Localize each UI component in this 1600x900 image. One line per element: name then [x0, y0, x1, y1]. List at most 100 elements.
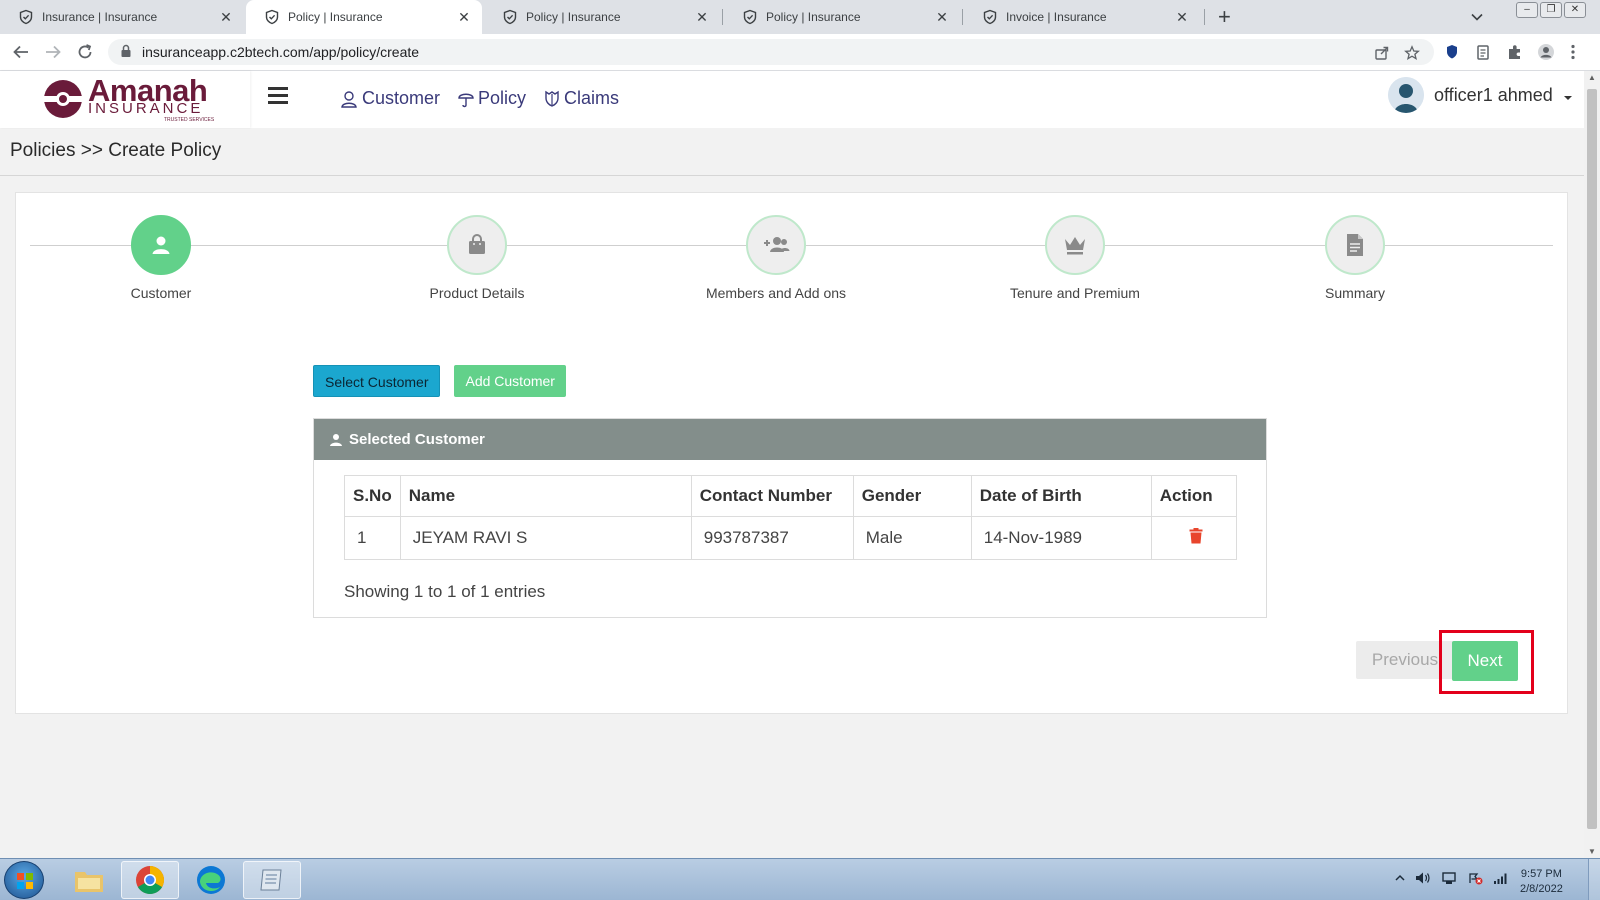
user-menu[interactable]: officer1 ahmed: [1388, 77, 1573, 113]
scroll-up-icon[interactable]: ▲: [1588, 73, 1596, 82]
step-label: Product Details: [429, 285, 525, 301]
step-members-add-ons[interactable]: Members and Add ons: [676, 215, 876, 301]
windows-logo-icon: [17, 873, 33, 889]
step-circle: [131, 215, 191, 275]
start-button[interactable]: [4, 861, 44, 899]
amanah-logo-icon: [42, 80, 84, 118]
extension-clipboard-icon[interactable]: [1474, 43, 1492, 61]
tray-chevron-icon[interactable]: [1395, 871, 1405, 885]
nav-item-customer[interactable]: Customer: [340, 88, 440, 109]
step-circle: [447, 215, 507, 275]
system-tray: [1395, 871, 1509, 885]
tab-title: Invoice | Insurance: [1006, 10, 1107, 24]
page-scrollbar[interactable]: ▲ ▼: [1584, 71, 1600, 858]
crown-icon: [1065, 237, 1085, 255]
step-product-details[interactable]: Product Details: [377, 215, 577, 301]
user-name: officer1 ahmed: [1434, 84, 1553, 105]
window-controls: – ❐ ✕: [1516, 2, 1586, 18]
close-icon[interactable]: ✕: [1174, 9, 1190, 26]
forward-arrow-icon[interactable]: [44, 43, 62, 61]
user-outline-icon: [341, 90, 357, 108]
chevron-down-icon[interactable]: [1470, 10, 1484, 24]
next-button[interactable]: Next: [1452, 641, 1518, 681]
profile-icon[interactable]: [1537, 43, 1555, 61]
cell-dob: 14-Nov-1989: [970, 516, 1152, 560]
step-label: Tenure and Premium: [1010, 285, 1140, 301]
step-tenure-premium[interactable]: Tenure and Premium: [975, 215, 1175, 301]
create-policy-card: Customer Product Details Members and Add…: [15, 192, 1568, 714]
puzzle-icon[interactable]: [1506, 43, 1524, 61]
add-customer-button[interactable]: Add Customer: [454, 365, 566, 397]
kebab-menu-icon[interactable]: [1566, 43, 1580, 61]
shield-icon: [545, 90, 559, 107]
url-text: insuranceapp.c2btech.com/app/policy/crea…: [142, 44, 420, 60]
signal-icon[interactable]: [1493, 871, 1509, 885]
system-clock[interactable]: 9:57 PM 2/8/2022: [1520, 867, 1563, 897]
step-customer[interactable]: Customer: [61, 215, 261, 301]
column-header: S.No: [344, 475, 401, 517]
action-center-icon[interactable]: [1467, 871, 1483, 885]
taskbar-edge[interactable]: [182, 861, 240, 899]
cell-contact: 993787387: [690, 516, 854, 560]
url-input[interactable]: insuranceapp.c2btech.com/app/policy/crea…: [108, 39, 1434, 65]
omnibox-actions: [1374, 45, 1420, 61]
clock-date: 2/8/2022: [1520, 883, 1563, 895]
shield-icon: [503, 9, 517, 25]
shield-icon: [983, 9, 997, 25]
divider: [0, 175, 1584, 176]
panel-header: Selected Customer: [314, 419, 1266, 460]
extension-shield-icon[interactable]: [1443, 43, 1461, 61]
share-icon[interactable]: [1374, 45, 1390, 61]
browser-tab-1[interactable]: Insurance | Insurance ✕: [0, 0, 244, 34]
star-icon[interactable]: [1404, 45, 1420, 61]
step-circle: [1045, 215, 1105, 275]
browser-tab-4[interactable]: Policy | Insurance ✕: [724, 0, 960, 34]
new-tab-button[interactable]: +: [1218, 4, 1231, 30]
user-icon: [152, 236, 170, 254]
tab-title: Policy | Insurance: [288, 10, 383, 24]
step-summary[interactable]: Summary: [1255, 215, 1455, 301]
network-adapter-icon[interactable]: [1441, 871, 1457, 885]
nav-label: Customer: [362, 88, 441, 108]
close-icon[interactable]: ✕: [934, 9, 950, 26]
back-arrow-icon[interactable]: [12, 43, 30, 61]
close-icon[interactable]: ✕: [218, 9, 234, 26]
user-icon: [330, 433, 342, 446]
shopping-bag-icon: [469, 234, 485, 254]
trash-icon[interactable]: [1189, 527, 1203, 544]
taskbar-explorer[interactable]: [60, 861, 118, 899]
browser-tab-5[interactable]: Invoice | Insurance ✕: [964, 0, 1200, 34]
close-icon[interactable]: ✕: [694, 9, 710, 26]
show-desktop-button[interactable]: [1588, 859, 1600, 900]
scroll-thumb[interactable]: [1587, 89, 1597, 829]
table-header-row: S.No Name Contact Number Gender Date of …: [344, 475, 1238, 517]
caret-down-icon: [1563, 96, 1572, 100]
column-header: Name: [399, 475, 692, 517]
top-navigation: Customer Policy Claims: [340, 88, 619, 109]
nav-label: Policy: [478, 88, 527, 108]
close-window-icon[interactable]: ✕: [1564, 2, 1586, 18]
nav-item-policy[interactable]: Policy: [458, 88, 526, 109]
edge-icon: [197, 866, 225, 894]
volume-icon[interactable]: [1415, 871, 1431, 885]
selected-customer-panel: Selected Customer S.No Name Contact Numb…: [313, 418, 1267, 618]
step-label: Members and Add ons: [705, 285, 847, 301]
browser-tab-3[interactable]: Policy | Insurance ✕: [484, 0, 720, 34]
browser-tab-2[interactable]: Policy | Insurance ✕: [246, 0, 482, 34]
browser-tab-bar: Insurance | Insurance ✕ Policy | Insuran…: [0, 0, 1600, 34]
reload-icon[interactable]: [76, 43, 94, 61]
nav-item-claims[interactable]: Claims: [544, 88, 619, 109]
shield-icon: [19, 9, 33, 25]
scroll-down-icon[interactable]: ▼: [1588, 847, 1596, 856]
column-header: Action: [1150, 475, 1238, 517]
taskbar-chrome[interactable]: [121, 861, 179, 899]
select-customer-button[interactable]: Select Customer: [313, 365, 441, 397]
hamburger-menu-icon[interactable]: [268, 87, 288, 108]
restore-icon[interactable]: ❐: [1540, 2, 1562, 18]
logo[interactable]: Amanah INSURANCE TRUSTED SERVICES: [0, 71, 250, 128]
close-icon[interactable]: ✕: [456, 9, 472, 26]
minimize-icon[interactable]: –: [1516, 2, 1538, 18]
taskbar-app[interactable]: [243, 861, 301, 899]
clock-time: 9:57 PM: [1520, 868, 1562, 880]
lock-icon: [121, 44, 131, 57]
